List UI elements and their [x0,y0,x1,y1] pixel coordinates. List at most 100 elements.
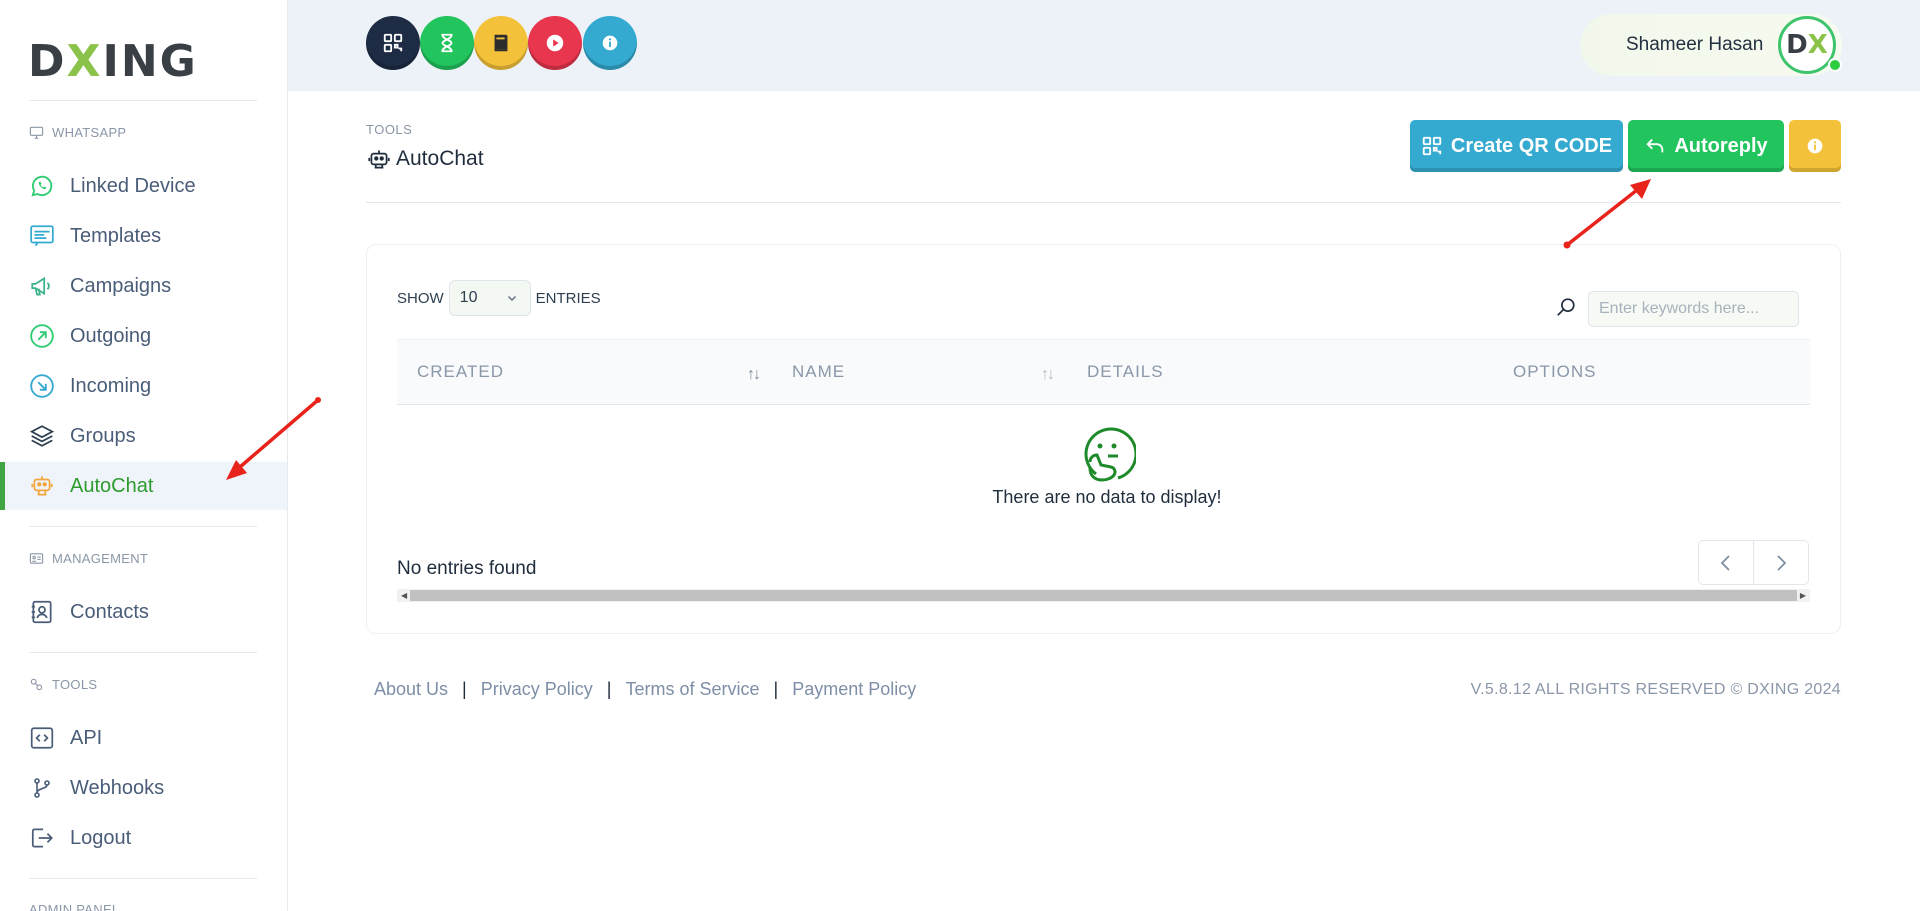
id-card-icon [29,553,44,564]
header-divider [366,202,1841,203]
copyright: V.5.8.12 ALL RIGHTS RESERVED © DXING 202… [1470,681,1841,698]
sidebar-divider [29,526,257,527]
sidebar-item-contacts[interactable]: Contacts [0,588,287,636]
book-quick-button[interactable] [474,16,528,70]
sidebar-item-outgoing[interactable]: Outgoing [0,312,287,360]
scroll-right-arrow[interactable]: ▶ [1800,589,1806,602]
hourglass-quick-button[interactable] [420,16,474,70]
sidebar-item-label: Webhooks [70,776,165,799]
sidebar-divider [29,878,257,879]
qr-code-quick-button[interactable] [366,16,420,70]
arrow-up-right-icon [30,324,54,348]
chevron-down-icon [507,296,516,301]
column-header-details: DETAILS [1087,362,1164,381]
brand-logo[interactable]: DXING [28,36,198,87]
page-title: AutoChat [366,146,484,172]
sidebar-item-label: Logout [70,826,132,849]
separator: | [773,679,779,699]
robot-icon [368,150,390,169]
footer-links: About Us | Privacy Policy | Terms of Ser… [374,679,916,700]
sidebar-item-webhooks[interactable]: Webhooks [0,764,287,812]
horizontal-scrollbar[interactable]: ◀ ▶ [397,589,1810,602]
sort-icon[interactable]: ↑↓ [747,366,761,384]
breadcrumb: TOOLS [366,122,413,137]
entries-label: ENTRIES [535,289,601,307]
sidebar-item-templates[interactable]: Templates [0,212,287,260]
git-branch-icon [34,778,50,798]
info-icon [1807,138,1823,154]
previous-page-button[interactable] [1699,541,1754,584]
annotation-arrow-autoreply [1563,179,1651,249]
sidebar-item-label: Templates [70,224,162,247]
scroll-left-arrow[interactable]: ◀ [401,589,407,602]
next-page-button[interactable] [1754,541,1808,584]
sidebar-item-logout[interactable]: Logout [0,814,287,862]
sort-icon[interactable]: ↑↓ [1041,366,1055,384]
pagination [1698,540,1809,585]
robot-icon [31,476,53,496]
sidebar-item-label: Groups [70,424,136,447]
sidebar-divider [29,100,257,101]
sidebar-item-label: API [70,726,103,749]
user-menu[interactable]: Shameer Hasan DX [1580,14,1842,76]
sidebar-item-label: Incoming [70,374,152,397]
qr-code-icon [1422,136,1442,156]
terms-of-service-link[interactable]: Terms of Service [625,679,759,700]
sidebar-item-campaigns[interactable]: Campaigns [0,262,287,310]
online-status-dot [1828,58,1842,72]
column-header-options: OPTIONS [1513,362,1597,381]
book-icon [494,34,508,52]
search-icon [1557,298,1575,316]
sidebar-item-linked-device[interactable]: Linked Device [0,162,287,210]
sidebar-divider [29,652,257,653]
about-us-link[interactable]: About Us [374,679,448,700]
info-icon [602,35,618,51]
megaphone-icon [31,276,50,296]
sidebar-item-label: Contacts [70,600,149,623]
create-qr-code-button[interactable]: Create QR CODE [1410,120,1623,172]
sidebar-item-groups[interactable]: Groups [0,412,287,460]
hourglass-icon [441,33,453,53]
whatsapp-icon [31,175,53,197]
show-label: SHOW [397,289,444,307]
column-header-name[interactable]: NAME [792,362,845,382]
info-button[interactable] [1789,120,1841,172]
sidebar-item-incoming[interactable]: Incoming [0,362,287,410]
section-tools: TOOLS [29,677,97,692]
play-icon [546,34,564,52]
sidebar-item-label: Linked Device [70,174,196,197]
sidebar-item-label: AutoChat [70,474,154,497]
separator: | [606,679,612,699]
user-name: Shameer Hasan [1626,34,1764,55]
sidebar: DXING WHATSAPP Linked Device Templates C… [0,0,288,911]
arrow-down-right-icon [30,374,54,398]
entries-select[interactable]: 10 [448,280,531,316]
thinking-face-icon [1084,427,1136,482]
payment-policy-link[interactable]: Payment Policy [792,679,916,700]
contacts-icon [31,600,52,624]
table-info: No entries found [397,558,537,579]
sidebar-item-autochat[interactable]: AutoChat [0,462,287,510]
search-input[interactable] [1588,291,1799,327]
sidebar-item-label: Campaigns [70,274,172,297]
section-admin-panel: ADMIN PANEL [29,902,120,911]
separator: | [462,679,467,699]
sidebar-item-api[interactable]: API [0,714,287,762]
empty-message: There are no data to display! [992,487,1222,507]
code-icon [30,727,54,749]
info-quick-button[interactable] [583,16,637,70]
scrollbar-thumb[interactable] [410,590,1797,601]
chevron-right-icon [1777,554,1787,571]
layers-icon [29,425,55,447]
tools-icon [30,678,43,691]
privacy-policy-link[interactable]: Privacy Policy [481,679,593,700]
template-icon [30,225,54,247]
monitor-icon [29,126,44,139]
column-header-created[interactable]: CREATED [417,362,504,382]
autoreply-button[interactable]: Autoreply [1628,120,1784,172]
play-quick-button[interactable] [528,16,582,70]
section-whatsapp: WHATSAPP [29,125,126,140]
section-management: MANAGEMENT [29,551,148,566]
logout-icon [31,828,53,848]
sidebar-item-label: Outgoing [70,324,152,347]
